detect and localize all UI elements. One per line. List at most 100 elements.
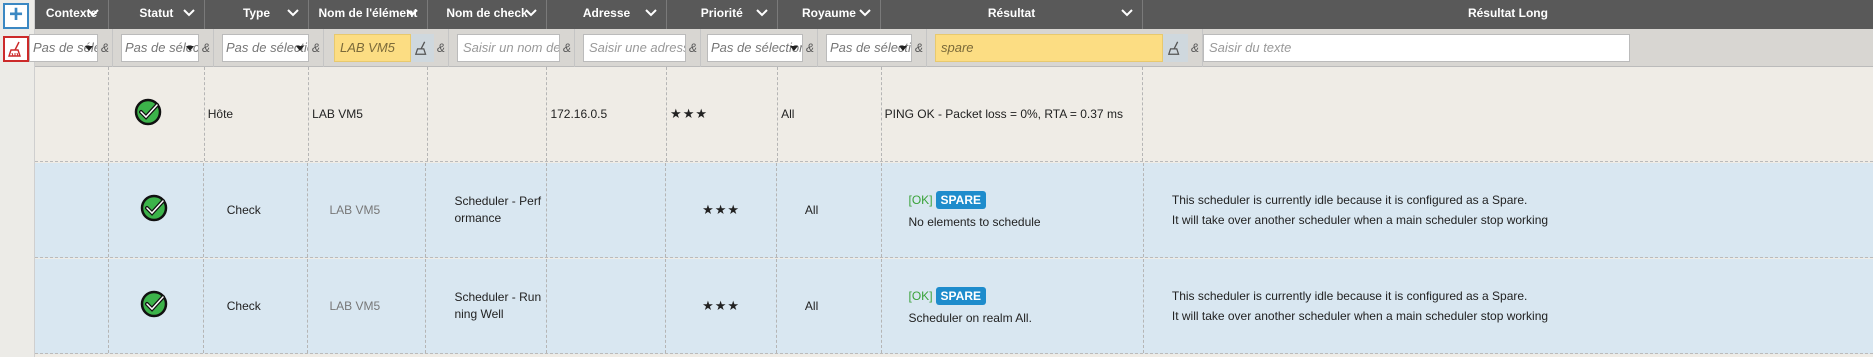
add-button[interactable]: + xyxy=(3,3,29,29)
royaume-filter-select[interactable]: Pas de sélection xyxy=(826,34,912,62)
cell-realm: All xyxy=(777,259,882,353)
ok-state-label: [OK] xyxy=(908,289,933,303)
cell-result-long xyxy=(1143,67,1873,161)
long-result-line: This scheduler is currently idle because… xyxy=(1171,289,1528,303)
table-row[interactable]: Hôte LAB VM5 172.16.0.5 ★★★ All PING OK … xyxy=(35,67,1873,162)
filter-cell-contexte: Pas de sélection & xyxy=(29,29,113,67)
chevron-down-icon[interactable] xyxy=(182,6,196,20)
dropdown-arrow-icon xyxy=(186,46,194,51)
type-filter-select[interactable]: Pas de sélection xyxy=(222,34,309,62)
cell-type: Hôte xyxy=(205,67,310,161)
cell-element[interactable]: LAB VM5 xyxy=(309,67,428,161)
spare-badge: SPARE xyxy=(935,191,986,209)
col-header-statut[interactable]: Statut xyxy=(109,0,205,29)
contexte-filter-select[interactable]: Pas de sélection xyxy=(29,34,98,62)
and-operator: & xyxy=(100,41,109,55)
table-row[interactable]: Check LAB VM5 Scheduler - Running Well ★… xyxy=(35,259,1873,354)
col-header-element[interactable]: Nom de l'élément xyxy=(309,0,428,29)
chevron-down-icon[interactable] xyxy=(644,6,658,20)
cell-result: PING OK - Packet loss = 0%, RTA = 0.37 m… xyxy=(882,67,1144,161)
and-operator: & xyxy=(1190,41,1199,55)
and-operator: & xyxy=(311,41,320,55)
cell-check xyxy=(428,67,548,161)
and-operator: & xyxy=(688,41,697,55)
chevron-down-icon[interactable] xyxy=(1120,6,1134,20)
col-header-resultat[interactable]: Résultat xyxy=(881,0,1143,29)
cell-statut xyxy=(109,163,205,257)
col-header-royaume[interactable]: Royaume xyxy=(778,0,882,29)
clear-filters-button[interactable] xyxy=(3,36,29,62)
and-operator: & xyxy=(436,41,445,55)
dropdown-arrow-icon xyxy=(899,46,907,51)
cell-result: [OK] SPARE Scheduler on realm All. xyxy=(882,259,1144,353)
col-header-priorite[interactable]: Priorité xyxy=(667,0,778,29)
adresse-filter-input[interactable]: Saisir une adresse xyxy=(583,34,686,62)
resultat-long-filter-input[interactable]: Saisir du texte xyxy=(1203,34,1630,62)
cell-contexte xyxy=(35,259,109,353)
cell-type: Check xyxy=(204,259,309,353)
status-ok-icon xyxy=(140,290,168,318)
column-header-row: Contexte Statut Type Nom de l'élément No… xyxy=(35,0,1873,29)
cell-element[interactable]: LAB VM5 xyxy=(308,163,427,257)
cell-address xyxy=(547,163,667,257)
dropdown-arrow-icon xyxy=(790,46,798,51)
priorite-filter-select[interactable]: Pas de sélection xyxy=(707,34,803,62)
clear-element-filter-button[interactable] xyxy=(410,34,434,62)
col-header-adresse[interactable]: Adresse xyxy=(547,0,667,29)
col-header-check[interactable]: Nom de check xyxy=(428,0,548,29)
cell-check[interactable]: Scheduler - Running Well xyxy=(426,259,548,353)
filter-cell-royaume: Pas de sélection & xyxy=(818,29,927,67)
cell-result: [OK] SPARE No elements to schedule xyxy=(882,163,1144,257)
long-result-line: It will take over another scheduler when… xyxy=(1171,213,1549,227)
result-text: Scheduler on realm All. xyxy=(908,311,1032,325)
statut-filter-select[interactable]: Pas de sélection xyxy=(121,34,199,62)
cell-result-long: This scheduler is currently idle because… xyxy=(1144,163,1873,257)
filter-cell-resultat-long: Saisir du texte xyxy=(1203,29,1873,67)
cell-address: 172.16.0.5 xyxy=(547,67,668,161)
table-row[interactable]: Check LAB VM5 Scheduler - Performance ★★… xyxy=(35,163,1873,258)
check-filter-input[interactable]: Saisir un nom de check xyxy=(457,34,560,62)
filter-row: Pas de sélection & Pas de sélection & Pa… xyxy=(29,29,1873,67)
data-grid: Contexte Statut Type Nom de l'élément No… xyxy=(29,0,1873,357)
and-operator: & xyxy=(562,41,571,55)
cell-check[interactable]: Scheduler - Performance xyxy=(426,163,548,257)
col-header-resultat-long[interactable]: Résultat Long xyxy=(1143,0,1873,29)
status-ok-icon xyxy=(140,194,168,222)
cell-contexte xyxy=(35,163,109,257)
and-operator: & xyxy=(805,41,814,55)
filter-cell-adresse: Saisir une adresse & xyxy=(575,29,701,67)
filter-cell-statut: Pas de sélection & xyxy=(113,29,214,67)
broom-icon xyxy=(8,41,21,57)
and-operator: & xyxy=(201,41,210,55)
cell-priority: ★★★ xyxy=(667,67,779,161)
resultat-filter-input[interactable]: spare xyxy=(935,34,1163,62)
result-text: No elements to schedule xyxy=(908,215,1041,229)
chevron-down-icon[interactable] xyxy=(86,6,100,20)
broom-icon xyxy=(415,41,427,55)
col-header-contexte[interactable]: Contexte xyxy=(35,0,110,29)
dropdown-arrow-icon xyxy=(296,46,304,51)
cell-element[interactable]: LAB VM5 xyxy=(308,259,427,353)
chevron-down-icon[interactable] xyxy=(286,6,300,20)
cell-statut xyxy=(109,259,205,353)
ok-state-label: [OK] xyxy=(908,193,933,207)
chevron-down-icon[interactable] xyxy=(524,6,538,20)
filter-cell-type: Pas de sélection & xyxy=(214,29,324,67)
cell-priority: ★★★ xyxy=(666,163,777,257)
status-ok-icon xyxy=(135,98,162,126)
chevron-down-icon[interactable] xyxy=(858,6,872,20)
cell-realm: All xyxy=(777,163,882,257)
clear-resultat-filter-button[interactable] xyxy=(1162,34,1188,62)
spare-badge: SPARE xyxy=(935,287,986,305)
cell-contexte xyxy=(35,67,109,161)
element-filter-input[interactable]: LAB VM5 xyxy=(334,34,411,62)
long-result-line: This scheduler is currently idle because… xyxy=(1171,193,1528,207)
cell-priority: ★★★ xyxy=(666,259,777,353)
col-header-type[interactable]: Type xyxy=(205,0,310,29)
broom-icon xyxy=(1168,41,1180,55)
chevron-down-icon[interactable] xyxy=(755,6,769,20)
chevron-down-icon[interactable] xyxy=(405,6,419,20)
long-result-line: It will take over another scheduler when… xyxy=(1171,309,1549,323)
filter-cell-element: LAB VM5 & xyxy=(324,29,449,67)
cell-result-long: This scheduler is currently idle because… xyxy=(1144,259,1873,353)
